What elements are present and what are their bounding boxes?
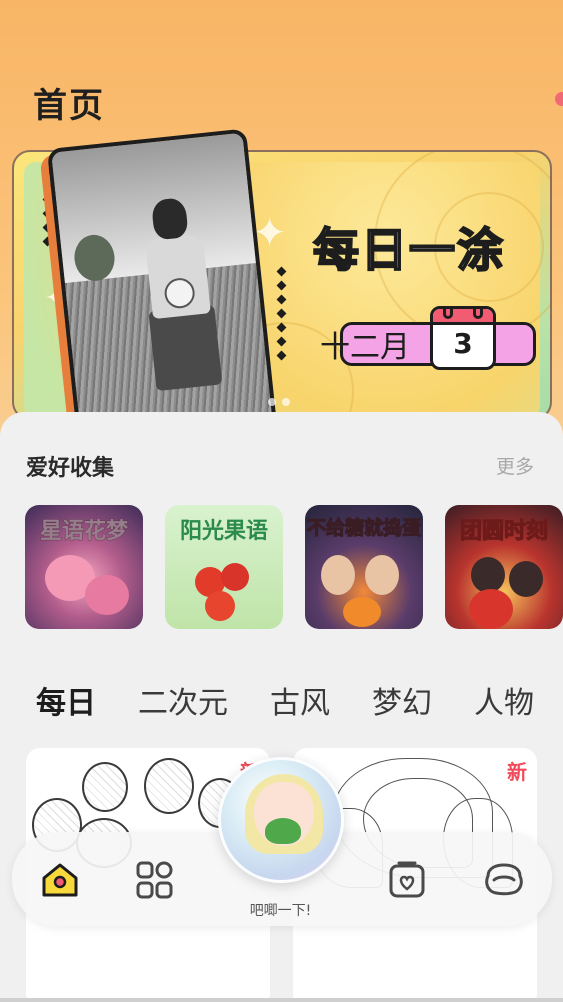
profile-icon[interactable]: [482, 858, 526, 902]
tab-ancient-style[interactable]: 古风: [270, 678, 330, 722]
collection-label: 不给糖就捣蛋: [306, 517, 421, 540]
tab-daily[interactable]: 每日: [36, 678, 102, 722]
diamond-dots-decoration: [276, 266, 287, 361]
banner-month: 十二月: [320, 330, 410, 365]
collection-label: 星语花梦: [39, 519, 128, 545]
home-indicator: [0, 998, 563, 1002]
page-title: 首页: [33, 86, 105, 126]
collection-card[interactable]: 星语花梦: [25, 505, 143, 629]
notification-dot: [555, 92, 563, 106]
center-button-caption: 吧唧一下!: [249, 903, 312, 919]
heart-album-icon[interactable]: [385, 858, 429, 902]
category-tabs: 每日 二次元 古风 梦幻 人物: [36, 678, 563, 722]
new-badge: 新: [507, 760, 527, 784]
collection-card[interactable]: 阳光果语: [165, 505, 283, 629]
banner-photo-card: [46, 128, 278, 448]
tab-characters[interactable]: 人物: [474, 678, 534, 722]
tab-fantasy[interactable]: 梦幻: [372, 678, 432, 722]
banner-day: 3: [453, 327, 473, 360]
hobby-section-title: 爱好收集: [26, 456, 115, 481]
collection-label: 团圆时刻: [459, 519, 548, 545]
collection-card[interactable]: 不给糖就捣蛋: [305, 505, 423, 629]
carousel-indicator: [268, 398, 290, 406]
tab-anime[interactable]: 二次元: [138, 678, 228, 722]
collection-card[interactable]: 团圆时刻: [445, 505, 563, 629]
home-icon[interactable]: [38, 858, 82, 902]
center-action-button[interactable]: [218, 757, 344, 883]
banner-title: 每日一涂: [312, 222, 505, 278]
grid-icon[interactable]: [133, 858, 177, 902]
calendar-icon: 3: [430, 306, 496, 370]
leaf-icon: [265, 818, 301, 844]
more-link[interactable]: 更多: [496, 452, 534, 479]
collection-label: 阳光果语: [179, 519, 268, 544]
